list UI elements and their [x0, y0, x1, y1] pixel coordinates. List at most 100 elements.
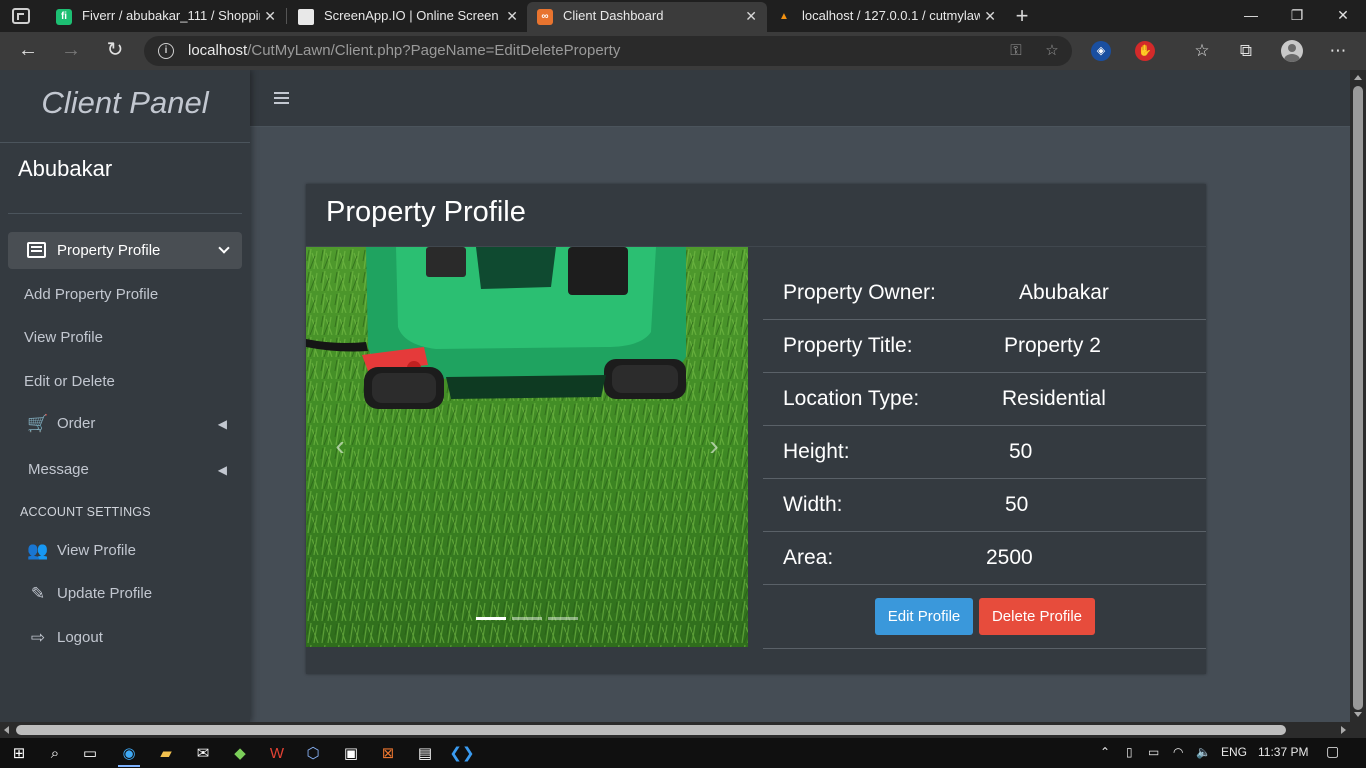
divider: [8, 213, 242, 214]
detail-value: Abubakar: [1019, 281, 1109, 304]
tab-phpmyadmin[interactable]: ▲ localhost / 127.0.0.1 / cutmylawn ✕: [766, 2, 1006, 32]
profile-avatar-icon[interactable]: [1281, 40, 1303, 62]
notifications-icon[interactable]: ▢: [1326, 743, 1339, 760]
volume-icon[interactable]: 🔈: [1196, 745, 1211, 759]
horizontal-scrollbar[interactable]: [0, 722, 1350, 738]
new-tab-button[interactable]: +: [1012, 3, 1032, 29]
vscode-icon[interactable]: ❮❯: [447, 741, 477, 767]
extension-block-icon[interactable]: ✋: [1135, 41, 1155, 61]
section-header: ACCOUNT SETTINGS: [20, 505, 151, 519]
sidebar: Client Panel Abubakar Property Profile A…: [0, 70, 250, 722]
brand-title[interactable]: Client Panel: [0, 70, 250, 143]
tab-screenapp[interactable]: ScreenApp.IO | Online Screen Re ✕: [288, 2, 528, 32]
property-details-table: Property Owner: Abubakar Property Title:…: [763, 267, 1206, 649]
forward-button[interactable]: →: [57, 37, 85, 65]
property-image-carousel[interactable]: ‹ ›: [306, 247, 748, 647]
reload-button[interactable]: ↻: [101, 37, 129, 65]
wifi-icon[interactable]: ◠: [1173, 745, 1183, 759]
users-icon: 👥: [27, 541, 49, 560]
scroll-right-icon[interactable]: [1341, 726, 1346, 734]
edge-browser-icon[interactable]: ◉: [114, 741, 144, 767]
scrollbar-thumb[interactable]: [1353, 86, 1363, 710]
key-icon[interactable]: ⚿: [1006, 41, 1026, 61]
page-title: Property Profile: [326, 196, 526, 228]
detail-label: Area:: [783, 546, 834, 569]
add-favorite-icon[interactable]: ☆: [1042, 41, 1062, 61]
close-tab-icon[interactable]: ✕: [264, 2, 276, 30]
detail-value: Residential: [1002, 387, 1106, 410]
battery-icon[interactable]: ▭: [1148, 745, 1159, 759]
sidebar-item-edit-or-delete[interactable]: Edit or Delete: [24, 373, 115, 390]
logout-icon: ⇨: [30, 628, 46, 647]
tab-title: ScreenApp.IO | Online Screen Re: [324, 8, 502, 23]
file-explorer-icon[interactable]: ▰: [151, 741, 181, 767]
sidebar-item-view-account-profile[interactable]: 👥 View Profile: [8, 533, 242, 569]
sidebar-item-property-profile[interactable]: Property Profile: [8, 232, 242, 269]
sidebar-item-view-property-profile[interactable]: View Profile: [24, 329, 103, 346]
user-name[interactable]: Abubakar: [18, 156, 112, 182]
scrollbar-corner: [1350, 722, 1366, 738]
tab-title: localhost / 127.0.0.1 / cutmylawn: [802, 8, 980, 23]
sidebar-item-logout[interactable]: ⇨ Logout: [8, 620, 242, 656]
sidebar-item-label: Update Profile: [57, 585, 153, 602]
scroll-up-icon[interactable]: [1354, 75, 1362, 80]
xampp-icon[interactable]: ⊠: [373, 741, 403, 767]
address-bar[interactable]: i localhost/CutMyLawn/Client.php?PageNam…: [144, 36, 1072, 66]
close-tab-icon[interactable]: ✕: [745, 2, 757, 30]
card-actions: Edit Profile Delete Profile: [763, 585, 1206, 649]
close-window-button[interactable]: ✕: [1320, 0, 1366, 32]
delete-profile-button[interactable]: Delete Profile: [979, 598, 1095, 635]
extension-shield-icon[interactable]: ◈: [1091, 41, 1111, 61]
back-button[interactable]: ←: [14, 37, 42, 65]
sidebar-item-update-profile[interactable]: ✎ Update Profile: [8, 576, 242, 612]
carousel-indicator[interactable]: [476, 617, 506, 620]
url-text[interactable]: localhost/CutMyLawn/Client.php?PageName=…: [188, 42, 620, 59]
carousel-prev-icon[interactable]: ‹: [328, 431, 352, 461]
tab-fiverr[interactable]: fi Fiverr / abubakar_111 / Shopping ✕: [46, 2, 286, 32]
edit-profile-button[interactable]: Edit Profile: [875, 598, 973, 635]
clock[interactable]: 11:37 PM: [1258, 745, 1308, 759]
main-header: [250, 70, 1350, 127]
carousel-next-icon[interactable]: ›: [702, 431, 726, 461]
lawn-mower-photo: [306, 247, 748, 647]
scroll-down-icon[interactable]: [1354, 712, 1362, 717]
scrollbar-thumb[interactable]: [16, 725, 1286, 735]
language-indicator[interactable]: ENG: [1221, 745, 1247, 759]
favorites-icon[interactable]: ☆: [1190, 39, 1214, 63]
hamburger-menu-icon[interactable]: [274, 92, 289, 94]
minimize-button[interactable]: —: [1228, 0, 1274, 32]
carousel-indicator[interactable]: [512, 617, 542, 620]
vertical-scrollbar[interactable]: [1350, 70, 1366, 722]
detail-label: Width:: [783, 493, 843, 516]
maximize-button[interactable]: ❐: [1274, 0, 1320, 32]
detail-row-owner: Property Owner: Abubakar: [763, 267, 1206, 320]
photos-icon[interactable]: ▣: [336, 741, 366, 767]
scroll-left-icon[interactable]: [4, 726, 9, 734]
windows-start-icon[interactable]: ⊞: [4, 741, 34, 767]
close-tab-icon[interactable]: ✕: [506, 2, 518, 30]
3d-viewer-icon[interactable]: ⬡: [298, 741, 328, 767]
tab-actions-icon[interactable]: [12, 8, 30, 24]
wps-office-icon[interactable]: W: [262, 741, 292, 767]
screenapp-icon: [298, 9, 314, 25]
carousel-indicator[interactable]: [548, 617, 578, 620]
command-prompt-icon[interactable]: ▤: [410, 741, 440, 767]
mail-icon[interactable]: ✉: [188, 741, 218, 767]
close-tab-icon[interactable]: ✕: [984, 2, 996, 30]
android-studio-icon[interactable]: ◆: [225, 741, 255, 767]
sidebar-item-message[interactable]: Message ◀: [8, 452, 242, 488]
detail-row-height: Height: 50: [763, 426, 1206, 479]
detail-label: Property Title:: [783, 334, 913, 357]
device-icon[interactable]: ▯: [1126, 745, 1133, 759]
tab-client-dashboard[interactable]: ∞ Client Dashboard ✕: [527, 2, 767, 32]
detail-label: Height:: [783, 440, 850, 463]
sidebar-item-label: Order: [57, 415, 96, 432]
collections-icon[interactable]: ⧉: [1234, 39, 1258, 63]
tray-chevron-up-icon[interactable]: ⌃: [1100, 745, 1110, 759]
task-view-icon[interactable]: ▭: [75, 741, 105, 767]
search-icon[interactable]: ⌕: [40, 741, 70, 767]
more-options-icon[interactable]: ⋯: [1326, 39, 1350, 63]
sidebar-item-order[interactable]: 🛒 Order ◀: [8, 406, 242, 442]
site-info-icon[interactable]: i: [158, 43, 174, 59]
sidebar-item-add-property-profile[interactable]: Add Property Profile: [24, 286, 158, 303]
